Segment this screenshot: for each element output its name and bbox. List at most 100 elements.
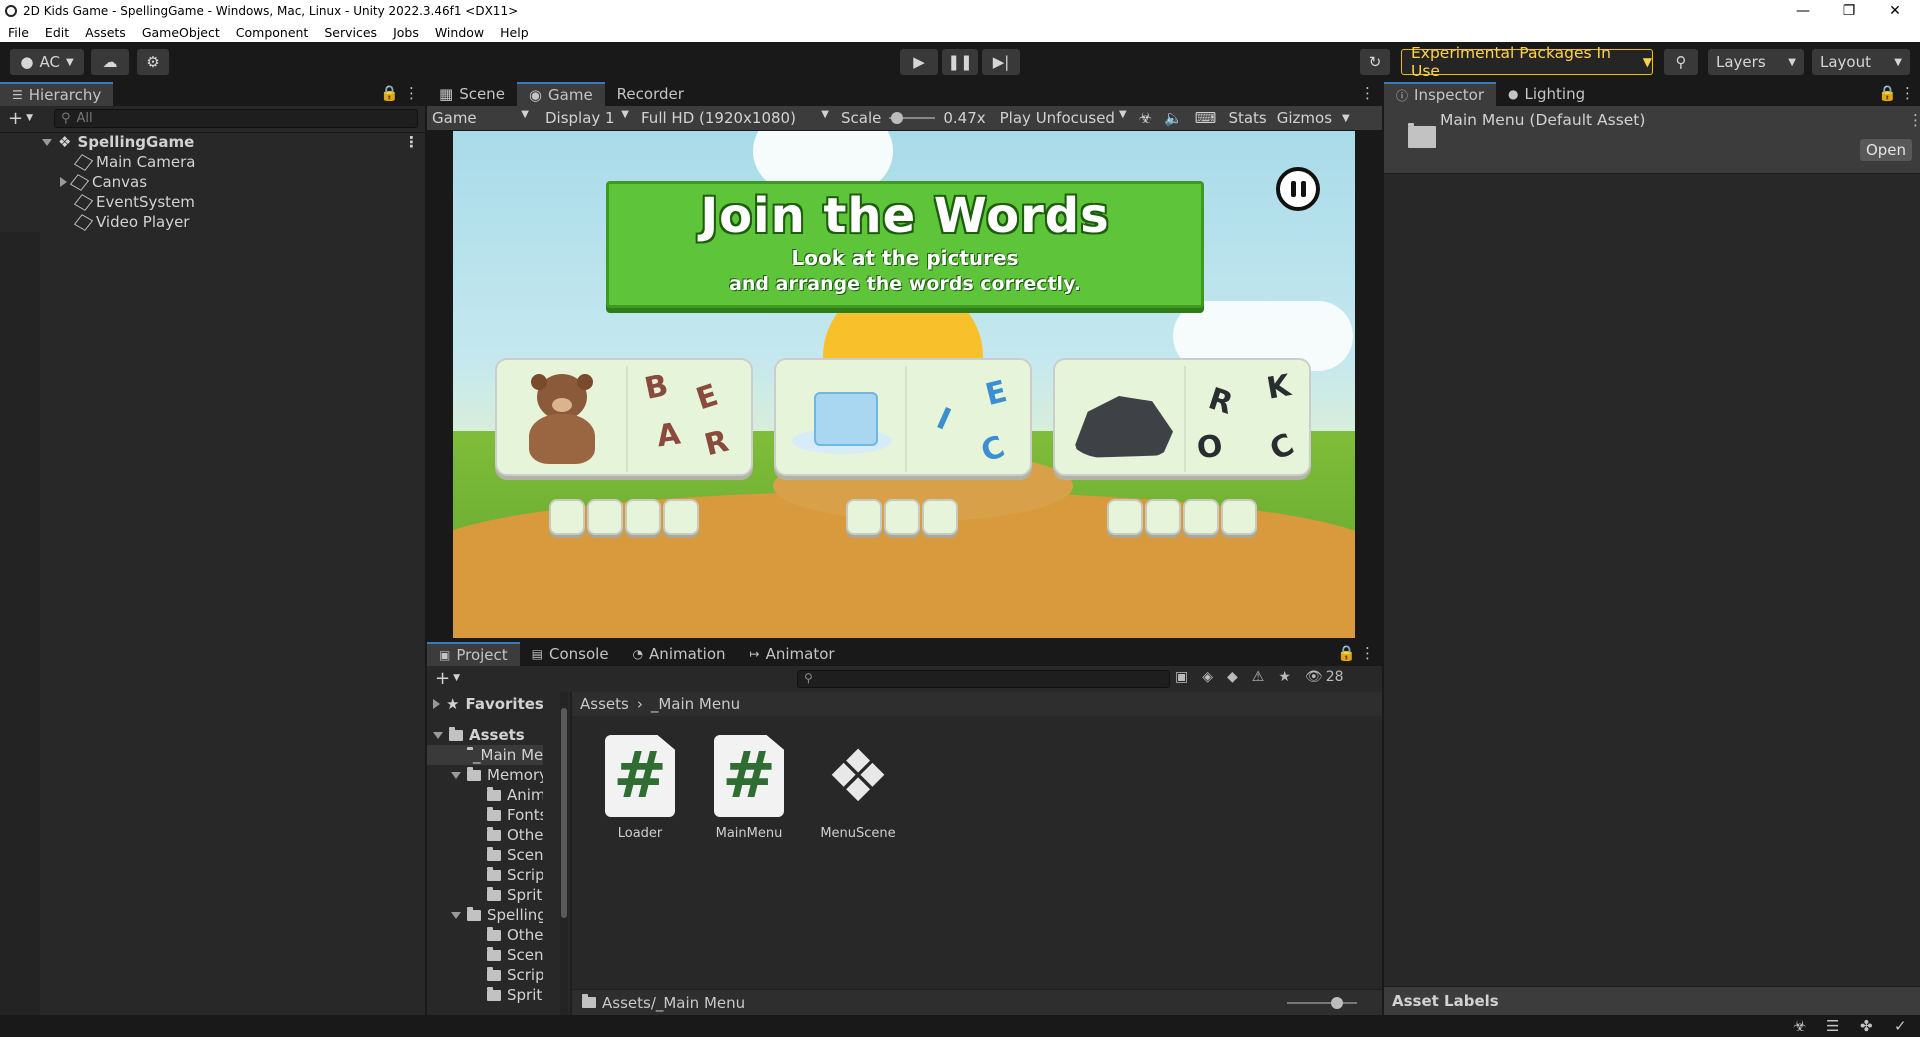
hierarchy-item-main-camera[interactable]: Main Camera: [73, 152, 195, 172]
tab-animation[interactable]: ◔ Animation: [621, 642, 738, 666]
tree-assets[interactable]: Assets: [433, 725, 525, 745]
favorite-star-icon[interactable]: ★: [1278, 669, 1291, 685]
game-viewport[interactable]: Join the Words Look at the pictures and …: [453, 131, 1355, 638]
menu-help[interactable]: Help: [500, 25, 529, 40]
menu-jobs[interactable]: Jobs: [393, 25, 419, 40]
scene-root[interactable]: ❖ SpellingGame ⋮: [42, 132, 419, 152]
pause-button[interactable]: ❚❚: [942, 49, 978, 75]
tab-recorder[interactable]: Recorder: [605, 82, 696, 106]
expand-arrow-icon[interactable]: [451, 771, 461, 779]
pause-game-button[interactable]: [1276, 167, 1320, 211]
tab-hierarchy[interactable]: ☰ Hierarchy: [0, 82, 114, 106]
close-button[interactable]: ✕: [1872, 0, 1918, 22]
letter-tile[interactable]: E: [692, 378, 722, 418]
lock-icon[interactable]: 🔒: [1337, 644, 1356, 662]
tab-game[interactable]: ◉ Game: [516, 82, 605, 106]
hidden-packages-toggle[interactable]: 👁 28: [1305, 669, 1344, 685]
letter-tile[interactable]: A: [655, 417, 683, 455]
letter-tile[interactable]: E: [982, 374, 1010, 413]
icon-size-slider[interactable]: [1287, 997, 1357, 1009]
asset-mainmenu[interactable]: # MainMenu: [709, 735, 789, 841]
tab-scene[interactable]: ▦ Scene: [427, 82, 517, 106]
letter-tile[interactable]: C: [977, 429, 1010, 469]
slider-thumb[interactable]: [1331, 997, 1343, 1009]
letter-tile[interactable]: C: [1265, 427, 1299, 468]
tree-folder[interactable]: Scenes: [487, 845, 543, 865]
keyboard-icon[interactable]: ⌨: [1195, 109, 1217, 127]
menu-component[interactable]: Component: [236, 25, 309, 40]
step-button[interactable]: ▶|: [982, 49, 1020, 75]
tree-scrollbar[interactable]: [560, 692, 568, 1015]
tree-folder[interactable]: Other: [487, 825, 543, 845]
lock-icon[interactable]: 🔒: [380, 84, 399, 102]
chevron-down-icon[interactable]: ▼: [1342, 113, 1350, 124]
letter-tile[interactable]: R: [1204, 381, 1237, 421]
project-search-input[interactable]: ⚲: [797, 670, 1170, 688]
asset-labels-bar[interactable]: Asset Labels: [1384, 986, 1920, 1015]
answer-slot[interactable]: [663, 499, 699, 535]
tab-inspector[interactable]: ⓘ Inspector: [1384, 82, 1496, 106]
warning-icon[interactable]: ⚠: [1252, 669, 1265, 685]
answer-slot[interactable]: [1145, 499, 1181, 535]
tab-animator[interactable]: ↦ Animator: [738, 642, 847, 666]
debug-icon[interactable]: ☣: [1793, 1017, 1806, 1035]
expand-arrow-icon[interactable]: [42, 138, 52, 146]
kebab-menu-icon[interactable]: ⋮: [404, 84, 419, 102]
tree-folder[interactable]: Sprites: [487, 885, 543, 905]
menu-gameobject[interactable]: GameObject: [142, 25, 220, 40]
tree-folder[interactable]: Fonts: [487, 805, 543, 825]
tree-folder[interactable]: _Main Me: [427, 745, 543, 765]
checkmark-icon[interactable]: ✓: [1894, 1017, 1907, 1035]
collab-settings-button[interactable]: ⚙: [137, 49, 169, 75]
display-dropdown[interactable]: Display 1 ▼: [537, 109, 635, 127]
search-button[interactable]: ⚲: [1664, 49, 1698, 75]
answer-slot[interactable]: [922, 499, 958, 535]
search-by-type-icon[interactable]: ▣: [1175, 669, 1188, 685]
letter-tile[interactable]: K: [1264, 368, 1293, 407]
menu-file[interactable]: File: [8, 25, 29, 40]
gizmos-button[interactable]: Gizmos: [1277, 109, 1332, 127]
tab-console[interactable]: ▤ Console: [520, 642, 621, 666]
minimize-button[interactable]: —: [1780, 0, 1826, 22]
scale-slider[interactable]: [889, 111, 936, 125]
bug-icon[interactable]: ☣: [1139, 109, 1152, 127]
tree-folder[interactable]: Spelling C: [451, 905, 543, 925]
create-button[interactable]: + ▼: [8, 108, 40, 129]
open-button[interactable]: Open: [1860, 139, 1912, 161]
answer-slot[interactable]: [1183, 499, 1219, 535]
lock-icon[interactable]: 🔒: [1878, 84, 1897, 102]
tree-folder[interactable]: Scripts: [487, 965, 543, 985]
menu-assets[interactable]: Assets: [85, 25, 126, 40]
letter-tile[interactable]: B: [642, 368, 672, 407]
menu-services[interactable]: Services: [324, 25, 377, 40]
resolution-dropdown[interactable]: Full HD (1920x1080) ▼: [635, 109, 835, 127]
network-icon[interactable]: ✤: [1860, 1017, 1873, 1035]
kebab-menu-icon[interactable]: ⋮: [1900, 84, 1915, 102]
label-icon[interactable]: ◆: [1227, 669, 1238, 685]
stats-button[interactable]: Stats: [1228, 109, 1266, 127]
tab-project[interactable]: ▣ Project: [427, 642, 520, 666]
kebab-menu-icon[interactable]: ⋮: [1908, 111, 1920, 129]
answer-slot[interactable]: [884, 499, 920, 535]
tree-folder[interactable]: Memory C: [451, 765, 543, 785]
kebab-menu-icon[interactable]: ⋮: [1360, 84, 1375, 102]
tree-favorites[interactable]: ★ Favorites: [433, 694, 543, 714]
letter-tile[interactable]: O: [1195, 428, 1225, 466]
answer-slot[interactable]: [1221, 499, 1257, 535]
menu-edit[interactable]: Edit: [45, 25, 69, 40]
layers-stack-icon[interactable]: ☰: [1826, 1017, 1839, 1035]
create-asset-button[interactable]: + ▼: [435, 668, 460, 689]
hierarchy-item-canvas[interactable]: Canvas: [60, 172, 147, 192]
speaker-icon[interactable]: 🔈: [1164, 109, 1183, 127]
answer-slot[interactable]: [846, 499, 882, 535]
breadcrumb-item[interactable]: Assets: [580, 695, 629, 713]
experimental-packages-dropdown[interactable]: Experimental Packages In Use ▼: [1401, 44, 1653, 80]
answer-slot[interactable]: [625, 499, 661, 535]
layers-dropdown[interactable]: Layers ▼: [1708, 49, 1804, 75]
undo-history-button[interactable]: ↻: [1360, 49, 1390, 75]
expand-arrow-icon[interactable]: [60, 177, 67, 187]
play-button[interactable]: ▶: [900, 49, 938, 75]
cloud-button[interactable]: ☁: [91, 49, 129, 75]
layout-dropdown[interactable]: Layout ▼: [1812, 49, 1910, 75]
letter-tile[interactable]: R: [701, 424, 732, 464]
